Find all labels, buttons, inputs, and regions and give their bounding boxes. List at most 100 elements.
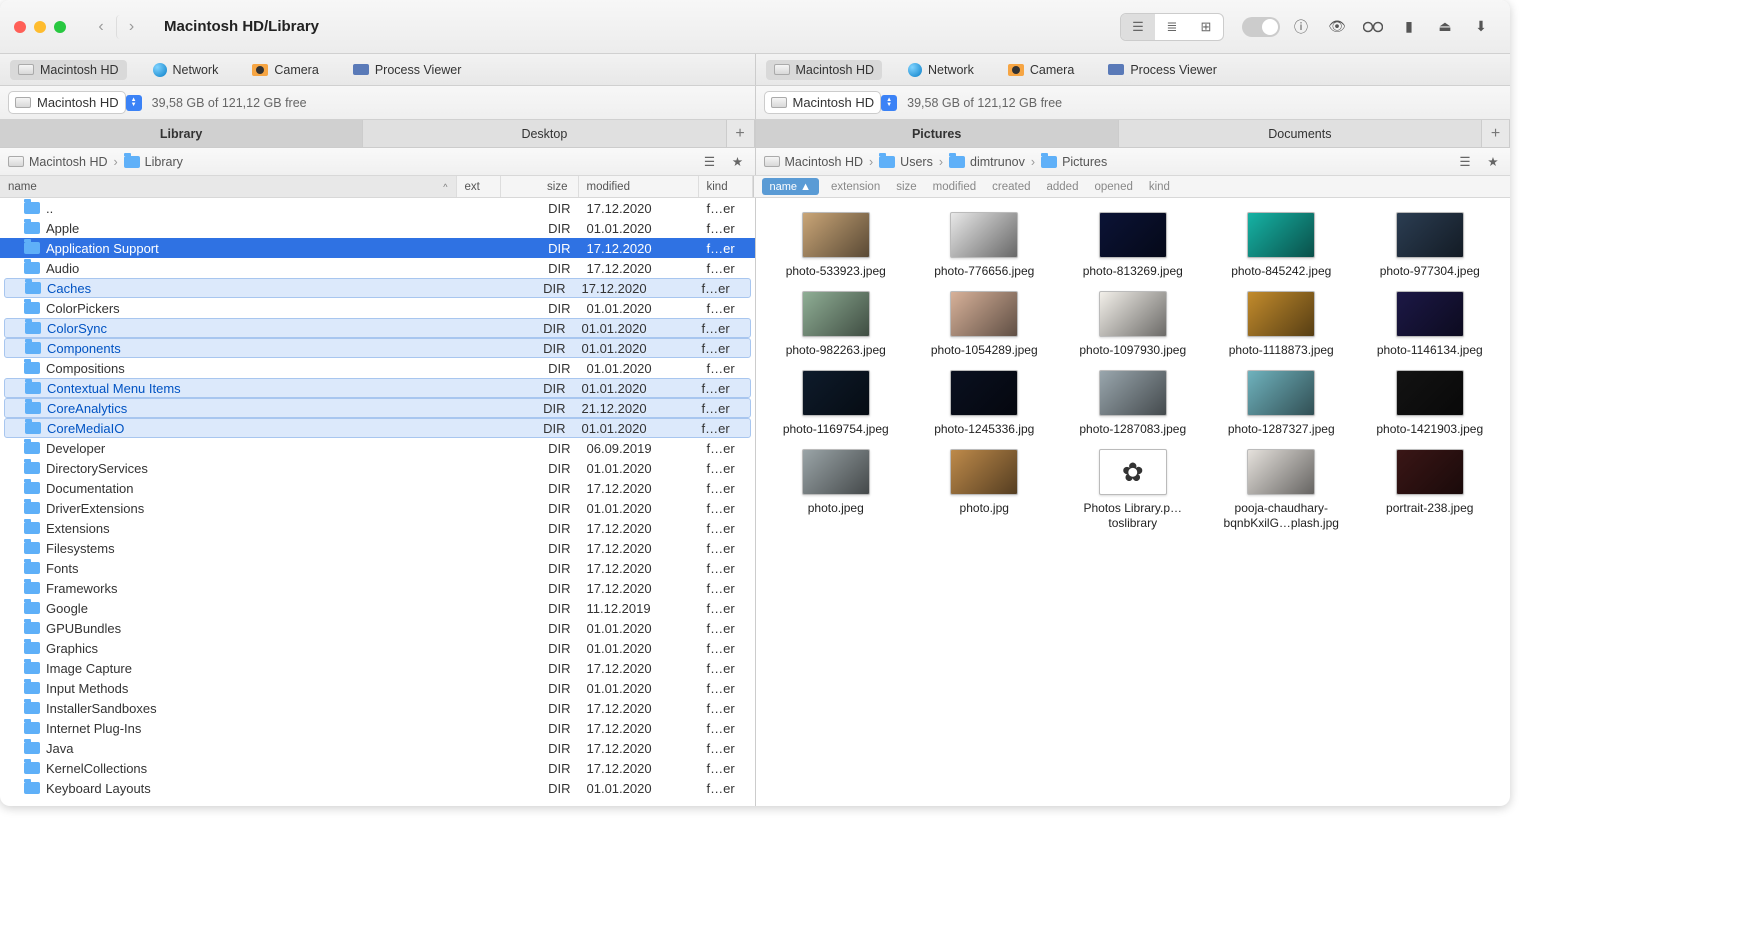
tab-library[interactable]: Library — [0, 120, 363, 147]
file-row[interactable]: AppleDIR01.01.2020f…er — [0, 218, 755, 238]
grid-item[interactable]: photo-982263.jpeg — [766, 291, 907, 358]
toggle-switch[interactable] — [1242, 17, 1280, 37]
new-tab-button[interactable]: + — [1482, 120, 1510, 147]
file-row[interactable]: Image CaptureDIR17.12.2020f…er — [0, 658, 755, 678]
col-kind[interactable]: kind — [1141, 176, 1178, 197]
grid-item[interactable]: photo-1169754.jpeg — [766, 370, 907, 437]
grid-item[interactable]: photo-533923.jpeg — [766, 212, 907, 279]
view-list-icon[interactable]: ☰ — [1121, 14, 1155, 40]
file-row[interactable]: FrameworksDIR17.12.2020f…er — [0, 578, 755, 598]
breadcrumb-item[interactable]: dimtrunov — [949, 155, 1025, 169]
grid-item[interactable]: photo-1287083.jpeg — [1063, 370, 1204, 437]
favorite-item[interactable]: Network — [900, 60, 982, 80]
forward-button[interactable]: › — [116, 15, 146, 39]
file-row[interactable]: DocumentationDIR17.12.2020f…er — [0, 478, 755, 498]
col-extension[interactable]: extension — [823, 176, 888, 197]
file-row[interactable]: CachesDIR17.12.2020f…er — [4, 278, 751, 298]
file-row[interactable]: DriverExtensionsDIR01.01.2020f…er — [0, 498, 755, 518]
grid-item[interactable]: photo-845242.jpeg — [1211, 212, 1352, 279]
panel-menu-icon[interactable]: ☰ — [1454, 151, 1476, 173]
grid-item[interactable]: ✿Photos Library.p…toslibrary — [1063, 449, 1204, 531]
eject-icon[interactable]: ⏏ — [1430, 15, 1460, 39]
favorite-item[interactable]: Process Viewer — [345, 60, 470, 80]
file-row[interactable]: ColorSyncDIR01.01.2020f…er — [4, 318, 751, 338]
close-button[interactable] — [14, 21, 26, 33]
view-columns-icon[interactable]: ≣ — [1155, 14, 1189, 40]
col-ext[interactable]: ext — [457, 176, 501, 197]
grid-item[interactable]: photo-813269.jpeg — [1063, 212, 1204, 279]
col-created[interactable]: created — [984, 176, 1038, 197]
download-icon[interactable]: ⬇ — [1466, 15, 1496, 39]
breadcrumb-item[interactable]: Macintosh HD — [8, 155, 108, 169]
grid-item[interactable]: photo-1097930.jpeg — [1063, 291, 1204, 358]
volume-dropdown-icon[interactable]: ▲▼ — [881, 95, 897, 111]
file-row[interactable]: ExtensionsDIR17.12.2020f…er — [0, 518, 755, 538]
col-kind[interactable]: kind — [699, 176, 753, 197]
col-name[interactable]: name ▲ — [762, 178, 819, 195]
file-row[interactable]: InstallerSandboxesDIR17.12.2020f…er — [0, 698, 755, 718]
favorite-item[interactable]: Macintosh HD — [10, 60, 127, 80]
volume-dropdown-icon[interactable]: ▲▼ — [126, 95, 142, 111]
quicklook-icon[interactable]: 👁 — [1322, 15, 1352, 39]
favorite-item[interactable]: Network — [145, 60, 227, 80]
file-row[interactable]: Internet Plug-InsDIR17.12.2020f…er — [0, 718, 755, 738]
col-size[interactable]: size — [501, 176, 579, 197]
file-row[interactable]: CoreMediaIODIR01.01.2020f…er — [4, 418, 751, 438]
col-name[interactable]: name^ — [0, 176, 457, 197]
favorite-star-icon[interactable]: ★ — [1482, 151, 1504, 173]
grid-item[interactable]: photo-776656.jpeg — [914, 212, 1055, 279]
file-row[interactable]: GPUBundlesDIR01.01.2020f…er — [0, 618, 755, 638]
new-tab-button[interactable]: + — [727, 120, 755, 147]
grid-item[interactable]: photo-977304.jpeg — [1360, 212, 1501, 279]
file-row[interactable]: DirectoryServicesDIR01.01.2020f…er — [0, 458, 755, 478]
grid-item[interactable]: photo.jpeg — [766, 449, 907, 531]
file-row[interactable]: Input MethodsDIR01.01.2020f…er — [0, 678, 755, 698]
file-row[interactable]: ..DIR17.12.2020f…er — [0, 198, 755, 218]
favorite-item[interactable]: Camera — [1000, 60, 1082, 80]
file-row[interactable]: Keyboard LayoutsDIR01.01.2020f…er — [0, 778, 755, 798]
file-row[interactable]: FontsDIR17.12.2020f…er — [0, 558, 755, 578]
file-row[interactable]: GraphicsDIR01.01.2020f…er — [0, 638, 755, 658]
file-row[interactable]: CompositionsDIR01.01.2020f…er — [0, 358, 755, 378]
col-modified[interactable]: modified — [925, 176, 984, 197]
breadcrumb-item[interactable]: Pictures — [1041, 155, 1107, 169]
col-opened[interactable]: opened — [1086, 176, 1140, 197]
breadcrumb-item[interactable]: Macintosh HD — [764, 155, 864, 169]
col-modified[interactable]: modified — [579, 176, 699, 197]
panel-menu-icon[interactable]: ☰ — [699, 151, 721, 173]
file-row[interactable]: Application SupportDIR17.12.2020f…er — [0, 238, 755, 258]
breadcrumb-item[interactable]: Users — [879, 155, 933, 169]
back-button[interactable]: ‹ — [86, 15, 116, 39]
tab-pictures[interactable]: Pictures — [756, 120, 1119, 147]
view-icons-icon[interactable]: ⊞ — [1189, 14, 1223, 40]
file-row[interactable]: AudioDIR17.12.2020f…er — [0, 258, 755, 278]
col-size[interactable]: size — [888, 176, 924, 197]
file-row[interactable]: DeveloperDIR06.09.2019f…er — [0, 438, 755, 458]
file-row[interactable]: KernelCollectionsDIR17.12.2020f…er — [0, 758, 755, 778]
grid-item[interactable]: photo-1245336.jpg — [914, 370, 1055, 437]
grid-item[interactable]: photo-1054289.jpeg — [914, 291, 1055, 358]
left-pane[interactable]: ..DIR17.12.2020f…erAppleDIR01.01.2020f…e… — [0, 198, 755, 806]
binoculars-icon[interactable] — [1358, 15, 1388, 39]
minimize-button[interactable] — [34, 21, 46, 33]
file-row[interactable]: ComponentsDIR01.01.2020f…er — [4, 338, 751, 358]
grid-item[interactable]: pooja-chaudhary-bqnbKxilG…plash.jpg — [1211, 449, 1352, 531]
zoom-button[interactable] — [54, 21, 66, 33]
grid-item[interactable]: portrait-238.jpeg — [1360, 449, 1501, 531]
favorite-star-icon[interactable]: ★ — [727, 151, 749, 173]
file-row[interactable]: ColorPickersDIR01.01.2020f…er — [0, 298, 755, 318]
tab-documents[interactable]: Documents — [1119, 120, 1482, 147]
file-row[interactable]: FilesystemsDIR17.12.2020f…er — [0, 538, 755, 558]
archive-icon[interactable]: ▮ — [1394, 15, 1424, 39]
breadcrumb-item[interactable]: Library — [124, 155, 183, 169]
file-row[interactable]: CoreAnalyticsDIR21.12.2020f…er — [4, 398, 751, 418]
grid-item[interactable]: photo-1118873.jpeg — [1211, 291, 1352, 358]
file-row[interactable]: JavaDIR17.12.2020f…er — [0, 738, 755, 758]
favorite-item[interactable]: Camera — [244, 60, 326, 80]
grid-item[interactable]: photo-1287327.jpeg — [1211, 370, 1352, 437]
grid-item[interactable]: photo.jpg — [914, 449, 1055, 531]
volume-selector[interactable]: Macintosh HD — [8, 91, 126, 114]
right-pane[interactable]: photo-533923.jpegphoto-776656.jpegphoto-… — [755, 198, 1511, 806]
file-row[interactable]: Contextual Menu ItemsDIR01.01.2020f…er — [4, 378, 751, 398]
favorite-item[interactable]: Macintosh HD — [766, 60, 883, 80]
